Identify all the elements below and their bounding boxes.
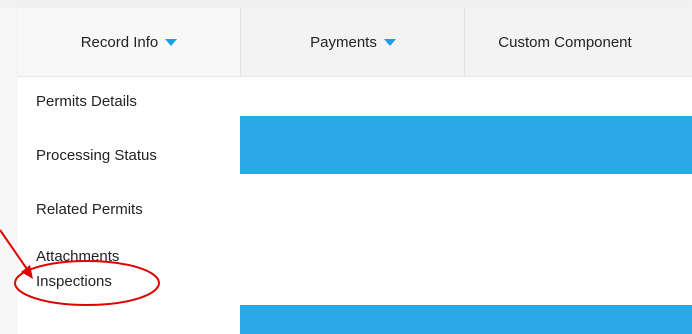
top-strip (0, 0, 692, 8)
menu-item-related-permits[interactable]: Related Permits (36, 201, 143, 218)
nav-custom-component-label: Custom Component (498, 33, 632, 51)
caret-down-icon (383, 38, 396, 46)
content-band (240, 305, 692, 334)
nav-payments-label: Payments (310, 33, 377, 51)
nav-record-info[interactable]: Record Info (18, 8, 240, 76)
menu-item-processing-status[interactable]: Processing Status (36, 147, 157, 164)
nav-custom-component[interactable]: Custom Component (464, 8, 665, 76)
caret-down-icon (165, 38, 178, 46)
content-area (240, 77, 692, 334)
page: Record Info Payments Custom Component Pe… (0, 0, 692, 334)
record-info-dropdown: Permits Details Processing Status Relate… (18, 77, 240, 334)
nav-record-info-label: Record Info (80, 33, 159, 51)
menu-item-permits-details[interactable]: Permits Details (36, 93, 137, 110)
menu-item-inspections[interactable]: Inspections (36, 273, 112, 290)
record-navbar: Record Info Payments Custom Component (18, 8, 692, 77)
nav-payments[interactable]: Payments (240, 8, 465, 76)
menu-item-attachments[interactable]: Attachments (36, 248, 119, 265)
content-band (240, 116, 692, 174)
